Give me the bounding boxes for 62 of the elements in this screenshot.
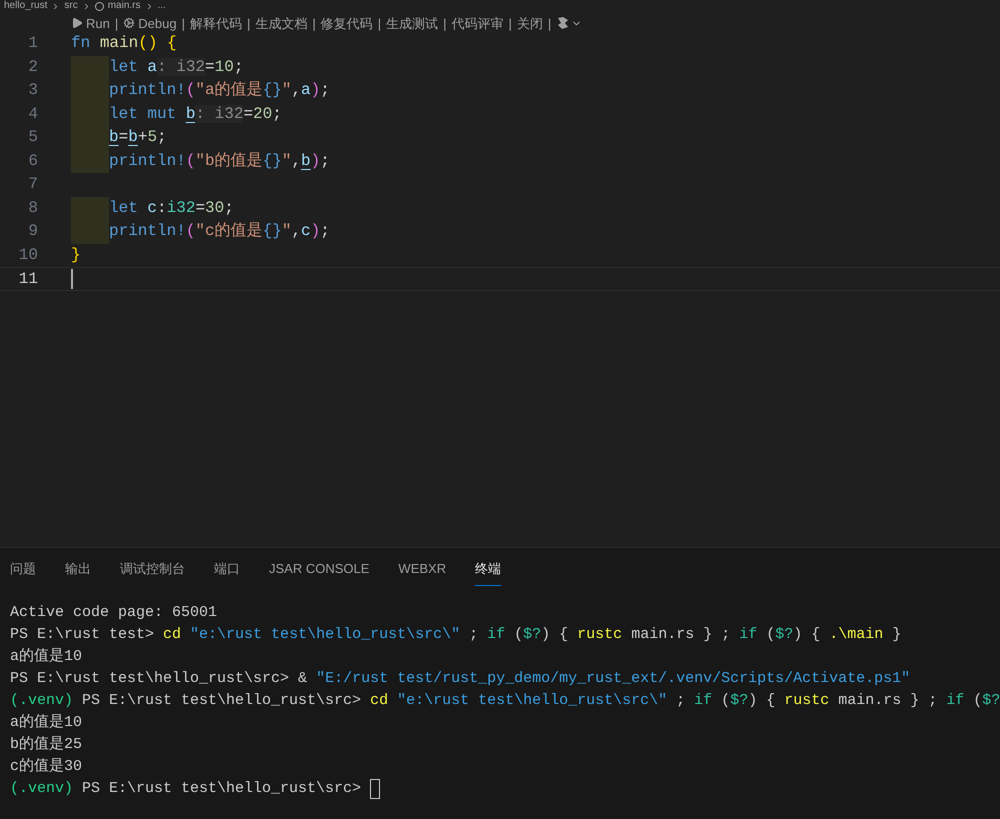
terminal-line: (.venv) PS E:\rust test\hello_rust\src>: [10, 779, 362, 799]
terminal-line: PS E:\rust test\hello_rust\src> & "E:/rust test/rust_py_demo/my_rust_ext/.venv/Scripts/Activate.ps1": [10, 669, 910, 689]
text-cursor: [71, 269, 73, 288]
code-line: fn main() {: [71, 33, 177, 54]
code-line: b=b+5;: [109, 127, 167, 148]
panel-tab[interactable]: WEBXR: [398, 558, 446, 586]
panel-tab[interactable]: 输出: [65, 558, 91, 586]
codelens-link[interactable]: 生成测试: [386, 16, 438, 30]
separator: |: [312, 16, 316, 30]
separator: |: [378, 16, 382, 30]
codelens-link[interactable]: 生成文档: [255, 16, 308, 30]
codelens-link[interactable]: 修复代码: [320, 16, 373, 30]
panel-tab[interactable]: 端口: [214, 558, 240, 586]
line-number: 9: [27, 221, 38, 242]
terminal-line: (.venv) PS E:\rust test\hello_rust\src> cd "e:\rust test\hello_rust\src\" ; if ($?) { rustc main.rs } ; if ($?: [10, 691, 1000, 711]
code-line: let mut b: i32=20;: [109, 104, 282, 124]
code-line: println!("b的值是{}",b);: [109, 150, 330, 172]
line-number: 2: [27, 56, 38, 78]
terminal-line: b的值是25: [10, 735, 82, 755]
terminal-line: a的值是10: [10, 713, 82, 733]
line-number: 8: [27, 198, 38, 218]
code-line: let a: i32=10;: [109, 56, 244, 78]
terminal-line: Active code page: 65001: [10, 603, 218, 623]
breadcrumb-item[interactable]: main.rs: [108, 1, 140, 11]
terminal-line: a的值是10: [10, 647, 82, 667]
line-number: 7: [27, 174, 38, 195]
codelens-link[interactable]: 解释代码: [190, 16, 242, 30]
gear-icon: [123, 17, 136, 29]
codelens-link[interactable]: Run: [71, 16, 110, 30]
line-number: 6: [27, 150, 38, 172]
codelens-link[interactable]: Debug: [123, 16, 177, 30]
panel-tab[interactable]: 终端: [475, 558, 502, 586]
breadcrumb-item[interactable]: src: [64, 1, 78, 11]
line-number: 11: [18, 269, 38, 290]
line-number: 3: [27, 80, 38, 101]
terminal-line: PS E:\rust test> cd "e:\rust test\hello_rust\src\" ; if ($?) { rustc main.rs } ; if ($?) { .\main }: [10, 625, 902, 645]
separator: |: [246, 16, 250, 30]
code-line: println!("a的值是{}",a);: [109, 80, 330, 101]
panel-tab[interactable]: 问题: [10, 558, 36, 586]
terminal-line: c的值是30: [10, 757, 82, 777]
logo-icon: [556, 16, 570, 30]
codelens-link[interactable]: 代码评审: [452, 16, 504, 30]
line-number: 5: [27, 127, 38, 148]
breadcrumb-item[interactable]: ...: [158, 1, 166, 11]
separator: |: [443, 16, 447, 30]
separator: |: [548, 16, 552, 30]
line-number: 10: [18, 244, 38, 266]
breadcrumb-item[interactable]: hello_rust: [4, 1, 48, 11]
line-number: 1: [27, 33, 38, 54]
line-number: 4: [27, 104, 38, 124]
separator: |: [114, 16, 118, 30]
codelens-link[interactable]: 关闭: [516, 16, 543, 30]
code-line: let c:i32=30;: [109, 198, 234, 218]
separator: |: [508, 16, 512, 30]
rust-file-icon: [94, 2, 104, 10]
play-icon: [71, 17, 83, 29]
code-line: }: [71, 244, 81, 266]
separator: |: [182, 16, 185, 30]
code-line: println!("c的值是{}",c);: [109, 221, 330, 242]
panel-tab[interactable]: JSAR CONSOLE: [269, 558, 370, 586]
panel-tab[interactable]: 调试控制台: [120, 558, 185, 586]
extension-menu-button[interactable]: [556, 16, 582, 30]
